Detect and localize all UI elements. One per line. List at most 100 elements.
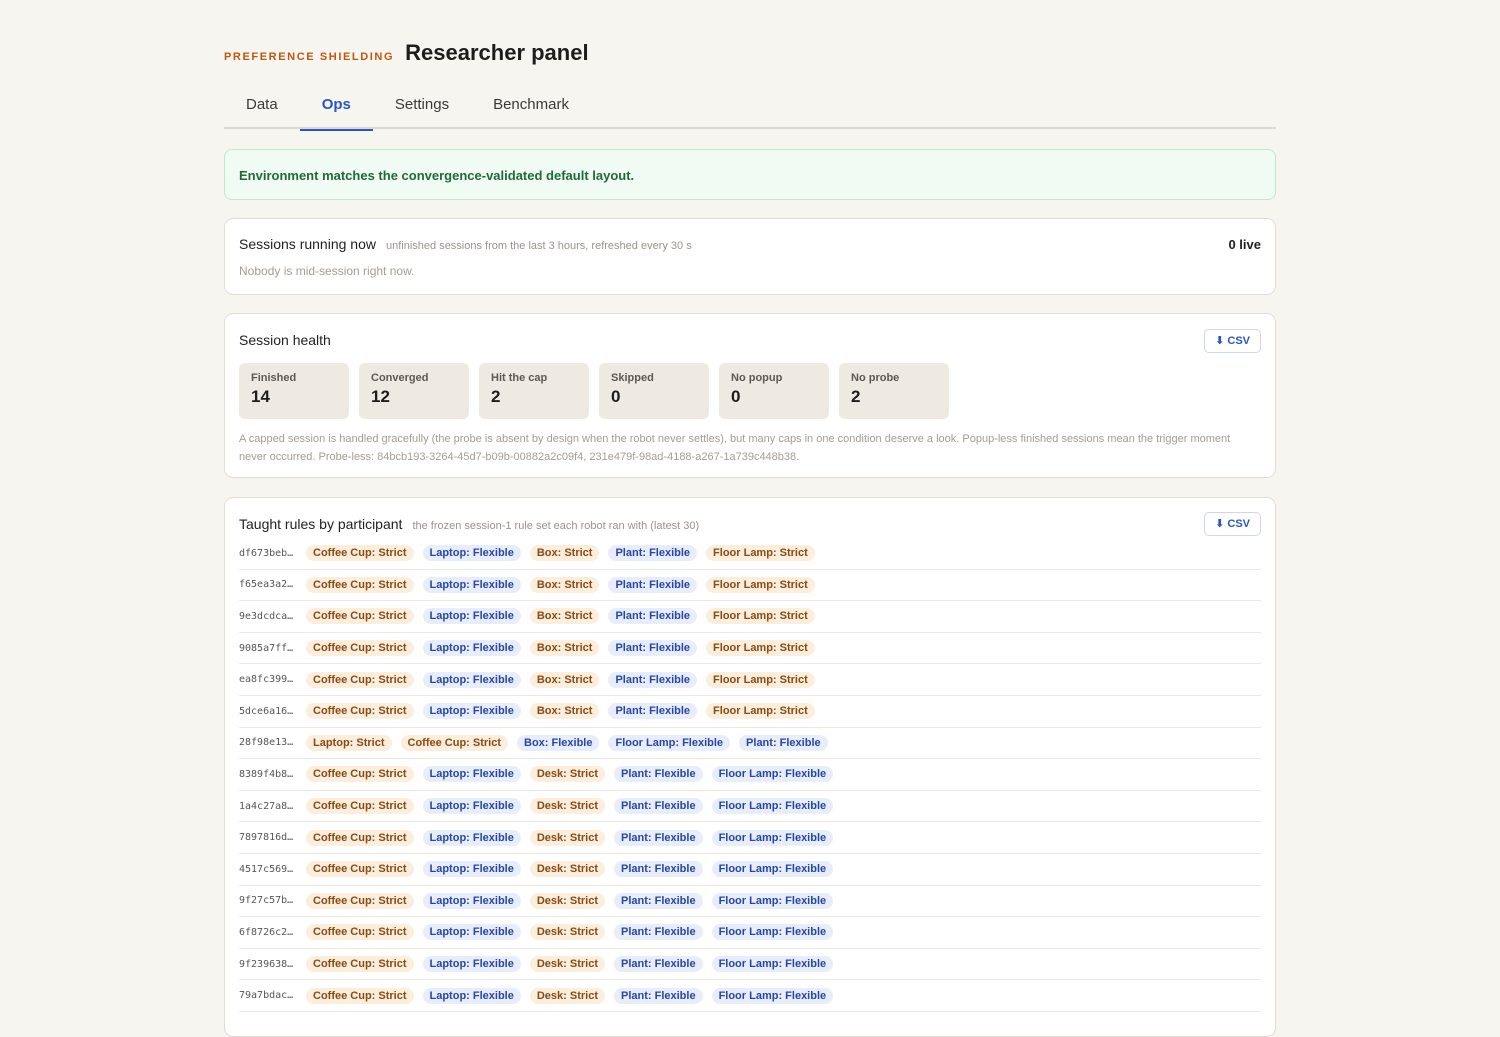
table-row: 6f8726c2… Coffee Cup: Strict Laptop: Flexi… (239, 917, 1261, 949)
session-health-title: Session health (239, 332, 331, 348)
stat-skipped: Skipped 0 (599, 363, 709, 419)
table-row: 8389f4b8… Coffee Cup: Strict Laptop: Flexi… (239, 759, 1261, 791)
rule-chip-strict: Floor Lamp: Strict (706, 640, 815, 657)
rule-chip-flexible: Box: Flexible (517, 734, 600, 751)
sessions-running-card: Sessions running now unfinished sessions… (224, 218, 1276, 295)
rule-chip-flexible: Plant: Flexible (613, 987, 703, 1004)
stat-value: 2 (851, 387, 861, 406)
rule-chip-strict: Box: Strict (529, 703, 600, 720)
stat-value: 0 (611, 387, 621, 406)
sessions-title: Sessions running now (239, 236, 376, 252)
rule-chip-flexible: Laptop: Flexible (422, 703, 521, 720)
table-row: 4517c569… Coffee Cup: Strict Laptop: Flexi… (239, 854, 1261, 886)
health-note: A capped session is handled gracefully (… (239, 433, 1231, 463)
table-row: 28f98e13… Laptop: Strict Coffee Cup: Stric… (239, 728, 1261, 760)
table-row: f65ea3a2… Coffee Cup: Strict Laptop: Flexi… (239, 570, 1261, 602)
rule-chip-strict: Coffee Cup: Strict (306, 798, 414, 815)
rule-chip-flexible: Plant: Flexible (608, 576, 698, 593)
session-health-card: Session health ⬇ CSV Finished 14 Converg… (224, 313, 1276, 478)
rule-chip-flexible: Laptop: Flexible (422, 640, 521, 657)
participant-id: 9e3dcdca… (239, 610, 294, 622)
rule-chip-strict: Box: Strict (529, 576, 600, 593)
participant-id: 7897816d… (239, 832, 294, 844)
stat-hit-the-cap: Hit the cap 2 (479, 363, 589, 419)
rule-chip-strict: Box: Strict (529, 671, 600, 688)
rule-chip-flexible: Laptop: Flexible (422, 671, 521, 688)
table-row: 5dce6a16… Coffee Cup: Strict Laptop: Flexi… (239, 696, 1261, 728)
rule-chip-flexible: Plant: Flexible (613, 892, 703, 909)
rule-chip-strict: Desk: Strict (529, 987, 605, 1004)
tab-settings[interactable]: Settings (373, 86, 471, 129)
table-row: df673beb… Coffee Cup: Strict Laptop: Flexi… (239, 538, 1261, 570)
rule-chip-flexible: Plant: Flexible (608, 545, 698, 562)
rule-chip-flexible: Floor Lamp: Flexible (608, 734, 731, 751)
stat-label: Finished (251, 372, 297, 384)
rule-chip-flexible: Laptop: Flexible (422, 798, 521, 815)
rule-chip-strict: Coffee Cup: Strict (306, 892, 414, 909)
rule-chip-strict: Floor Lamp: Strict (706, 545, 815, 562)
rule-chip-flexible: Laptop: Flexible (422, 766, 521, 783)
tab-data[interactable]: Data (224, 86, 300, 129)
table-row: ea8fc399… Coffee Cup: Strict Laptop: Flexi… (239, 664, 1261, 696)
stat-label: No probe (851, 372, 900, 384)
rule-chip-flexible: Plant: Flexible (608, 703, 698, 720)
rule-chip-flexible: Floor Lamp: Flexible (711, 829, 834, 846)
table-row: 9e3dcdca… Coffee Cup: Strict Laptop: Flexi… (239, 601, 1261, 633)
rule-chip-flexible: Plant: Flexible (613, 956, 703, 973)
rule-chip-strict: Coffee Cup: Strict (306, 956, 414, 973)
stat-finished: Finished 14 (239, 363, 349, 419)
stat-value: 2 (491, 387, 501, 406)
rule-chip-flexible: Floor Lamp: Flexible (711, 766, 834, 783)
table-row: 1a4c27a8… Coffee Cup: Strict Laptop: Flexi… (239, 791, 1261, 823)
table-row: 9f239638… Coffee Cup: Strict Laptop: Flexi… (239, 949, 1261, 981)
participant-id: 1a4c27a8… (239, 800, 294, 812)
live-count: 0 live (1228, 237, 1261, 252)
sessions-subtitle: unfinished sessions from the last 3 hour… (385, 240, 692, 252)
sessions-empty-message: Nobody is mid-session right now. (239, 264, 415, 278)
rule-chip-flexible: Laptop: Flexible (422, 924, 521, 941)
participant-id: 4517c569… (239, 863, 294, 875)
rules-csv-button[interactable]: ⬇ CSV (1204, 512, 1261, 536)
rule-chip-strict: Coffee Cup: Strict (306, 924, 414, 941)
rule-chip-flexible: Laptop: Flexible (422, 829, 521, 846)
rule-chip-flexible: Plant: Flexible (739, 734, 828, 751)
rule-chip-flexible: Floor Lamp: Flexible (711, 861, 834, 878)
rule-chip-strict: Desk: Strict (529, 766, 605, 783)
rule-chip-flexible: Plant: Flexible (613, 861, 703, 878)
rule-chip-strict: Coffee Cup: Strict (306, 608, 414, 625)
participant-id: f65ea3a2… (239, 579, 294, 591)
stat-value: 14 (251, 387, 270, 406)
participant-id: 8389f4b8… (239, 768, 294, 780)
rule-chip-flexible: Laptop: Flexible (422, 576, 521, 593)
taught-rules-card: Taught rules by participant the frozen s… (224, 497, 1276, 1037)
stat-label: Converged (371, 372, 429, 384)
rule-chip-strict: Coffee Cup: Strict (306, 576, 414, 593)
rule-chip-strict: Desk: Strict (529, 892, 605, 909)
stat-no-popup: No popup 0 (719, 363, 829, 419)
rule-chip-flexible: Plant: Flexible (608, 671, 698, 688)
stat-label: Skipped (611, 372, 654, 384)
rule-chip-strict: Desk: Strict (529, 798, 605, 815)
participant-id: 9f239638… (239, 958, 294, 970)
stat-no-probe: No probe 2 (839, 363, 949, 419)
rule-chip-flexible: Floor Lamp: Flexible (711, 956, 834, 973)
tab-ops[interactable]: Ops (299, 86, 373, 131)
stat-value: 12 (371, 387, 390, 406)
page-header: PREFERENCE SHIELDING Researcher panel (224, 40, 589, 70)
stat-value: 0 (731, 387, 741, 406)
participant-id: 9085a7ff… (239, 642, 294, 654)
stat-label: No popup (731, 372, 783, 384)
rule-chip-flexible: Floor Lamp: Flexible (711, 892, 834, 909)
rule-chip-strict: Coffee Cup: Strict (306, 861, 414, 878)
taught-rules-subtitle: the frozen session-1 rule set each robot… (412, 520, 700, 532)
rule-chip-strict: Coffee Cup: Strict (306, 671, 414, 688)
tab-benchmark[interactable]: Benchmark (471, 86, 591, 129)
health-csv-button[interactable]: ⬇ CSV (1204, 329, 1261, 353)
rule-chip-strict: Coffee Cup: Strict (306, 640, 414, 657)
rule-chip-flexible: Plant: Flexible (613, 924, 703, 941)
page-title: Researcher panel (405, 40, 589, 65)
rule-chip-flexible: Plant: Flexible (613, 766, 703, 783)
rule-chip-flexible: Plant: Flexible (613, 798, 703, 815)
rule-chip-flexible: Laptop: Flexible (422, 545, 521, 562)
rule-chip-flexible: Floor Lamp: Flexible (711, 798, 834, 815)
